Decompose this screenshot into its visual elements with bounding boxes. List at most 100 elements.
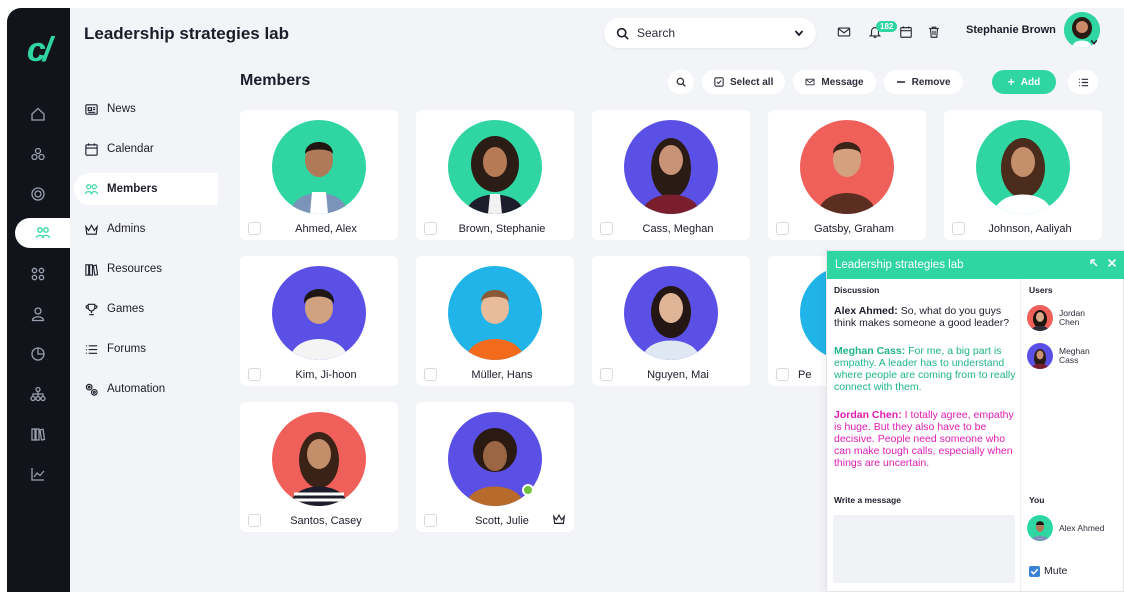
mute-checkbox[interactable] bbox=[1029, 565, 1040, 577]
add-member-button[interactable]: + Add bbox=[992, 70, 1056, 94]
nav-item-forums[interactable]: Forums bbox=[74, 333, 218, 365]
member-checkbox[interactable] bbox=[248, 222, 261, 235]
close-icon[interactable] bbox=[1107, 258, 1117, 268]
member-card[interactable]: Nguyen, Mai bbox=[592, 256, 750, 386]
members-icon bbox=[84, 183, 99, 194]
mail-icon[interactable] bbox=[834, 22, 854, 42]
member-checkbox[interactable] bbox=[776, 222, 789, 235]
you-label: You bbox=[1029, 495, 1045, 505]
chat-message: Jordan Chen: I totally agree, empathy is… bbox=[834, 409, 1014, 469]
member-photo bbox=[272, 120, 366, 214]
member-card[interactable]: Kim, Ji-hoon bbox=[240, 256, 398, 386]
remove-button[interactable]: Remove bbox=[883, 70, 963, 94]
member-checkbox[interactable] bbox=[248, 514, 261, 527]
member-card[interactable]: Gatsby, Graham bbox=[768, 110, 926, 240]
user-name-last: Cass bbox=[1059, 355, 1079, 365]
community-icon[interactable] bbox=[21, 140, 55, 168]
chat-user[interactable]: Jordan Chen bbox=[1027, 305, 1085, 331]
groups-icon[interactable] bbox=[15, 218, 70, 248]
member-photo bbox=[448, 266, 542, 360]
nav-item-label: Forums bbox=[107, 343, 146, 355]
member-checkbox[interactable] bbox=[952, 222, 965, 235]
list-view-button[interactable] bbox=[1068, 70, 1098, 94]
discussion-label: Discussion bbox=[834, 285, 880, 295]
mail-icon bbox=[805, 78, 815, 86]
write-message-label: Write a message bbox=[834, 495, 901, 505]
mute-toggle[interactable]: Mute bbox=[1029, 565, 1067, 577]
member-name: Gatsby, Graham bbox=[814, 223, 894, 235]
books-icon bbox=[85, 263, 99, 276]
chat-message: Alex Ahmed: So, what do you guys think m… bbox=[834, 305, 1010, 329]
nav-item-label: Calendar bbox=[107, 143, 154, 155]
user-icon[interactable] bbox=[21, 300, 55, 328]
you-name: Alex Ahmed bbox=[1059, 522, 1105, 533]
message-author: Alex Ahmed bbox=[834, 305, 895, 317]
target-icon[interactable] bbox=[21, 180, 55, 208]
member-card[interactable]: Müller, Hans bbox=[416, 256, 574, 386]
gears-icon bbox=[85, 383, 98, 396]
search-members-button[interactable] bbox=[668, 70, 694, 94]
user-menu-chevron-icon[interactable] bbox=[1088, 36, 1100, 48]
analytics-icon[interactable] bbox=[21, 460, 55, 488]
online-status-dot bbox=[522, 484, 534, 496]
member-photo bbox=[272, 266, 366, 360]
list-view-icon bbox=[1078, 78, 1088, 86]
trash-icon[interactable] bbox=[924, 22, 944, 42]
member-checkbox[interactable] bbox=[600, 368, 613, 381]
app-title: Leadership strategies lab bbox=[84, 24, 290, 43]
member-checkbox[interactable] bbox=[424, 514, 437, 527]
nav-item-automation[interactable]: Automation bbox=[74, 373, 218, 405]
hierarchy-icon[interactable] bbox=[21, 380, 55, 408]
member-card[interactable]: Ahmed, Alex bbox=[240, 110, 398, 240]
home-icon[interactable] bbox=[21, 100, 55, 128]
app-logo[interactable]: c/ bbox=[16, 32, 60, 68]
nav-item-admins[interactable]: Admins bbox=[74, 213, 218, 245]
search-icon bbox=[616, 27, 629, 40]
pie-chart-icon[interactable] bbox=[21, 340, 55, 368]
nav-item-label: Resources bbox=[107, 263, 162, 275]
nav-item-label: Members bbox=[107, 183, 158, 195]
member-card[interactable]: Santos, Casey bbox=[240, 402, 398, 532]
member-card[interactable]: Johnson, Aaliyah bbox=[944, 110, 1102, 240]
nav-item-members[interactable]: Members bbox=[74, 173, 218, 205]
nav-item-calendar[interactable]: Calendar bbox=[74, 133, 218, 165]
nav-item-news[interactable]: News bbox=[74, 93, 218, 125]
collapse-icon[interactable] bbox=[1089, 258, 1099, 268]
select-all-button[interactable]: Select all bbox=[702, 70, 786, 94]
member-card[interactable]: Cass, Meghan bbox=[592, 110, 750, 240]
chat-user[interactable]: Meghan Cass bbox=[1027, 343, 1090, 369]
list-icon bbox=[85, 344, 98, 354]
apps-icon[interactable] bbox=[21, 260, 55, 288]
icon-rail: c/ bbox=[7, 8, 70, 592]
chat-divider bbox=[1020, 279, 1021, 591]
search-box[interactable]: Search bbox=[604, 18, 816, 48]
top-bar: Leadership strategies lab Search 182 Ste… bbox=[70, 8, 1124, 58]
page-title: Members bbox=[240, 72, 311, 89]
library-icon[interactable] bbox=[21, 420, 55, 448]
current-chat-user: Alex Ahmed bbox=[1027, 515, 1104, 541]
nav-item-label: Games bbox=[107, 303, 145, 315]
member-card[interactable]: Brown, Stephanie bbox=[416, 110, 574, 240]
member-checkbox[interactable] bbox=[600, 222, 613, 235]
member-checkbox[interactable] bbox=[424, 222, 437, 235]
chat-header: Leadership strategies lab bbox=[827, 251, 1124, 279]
calendar-icon[interactable] bbox=[896, 22, 916, 42]
member-checkbox[interactable] bbox=[248, 368, 261, 381]
current-user-name[interactable]: Stephanie Brown bbox=[966, 24, 1056, 36]
member-checkbox[interactable] bbox=[776, 368, 789, 381]
user-avatar bbox=[1027, 343, 1053, 369]
nav-item-label: News bbox=[107, 103, 136, 115]
search-label: Search bbox=[637, 26, 676, 40]
nav-item-games[interactable]: Games bbox=[74, 293, 218, 325]
message-input[interactable] bbox=[833, 515, 1015, 583]
member-card[interactable]: Scott, Julie bbox=[416, 402, 574, 532]
user-avatar bbox=[1027, 515, 1053, 541]
member-checkbox[interactable] bbox=[424, 368, 437, 381]
message-button[interactable]: Message bbox=[793, 70, 876, 94]
nav-item-resources[interactable]: Resources bbox=[74, 253, 218, 285]
checkbox-icon bbox=[714, 77, 724, 87]
chevron-down-icon[interactable] bbox=[794, 28, 804, 38]
user-name-last: Chen bbox=[1059, 317, 1080, 327]
secondary-nav: News Calendar Members Admins Resources G… bbox=[70, 66, 218, 592]
member-photo bbox=[976, 120, 1070, 214]
